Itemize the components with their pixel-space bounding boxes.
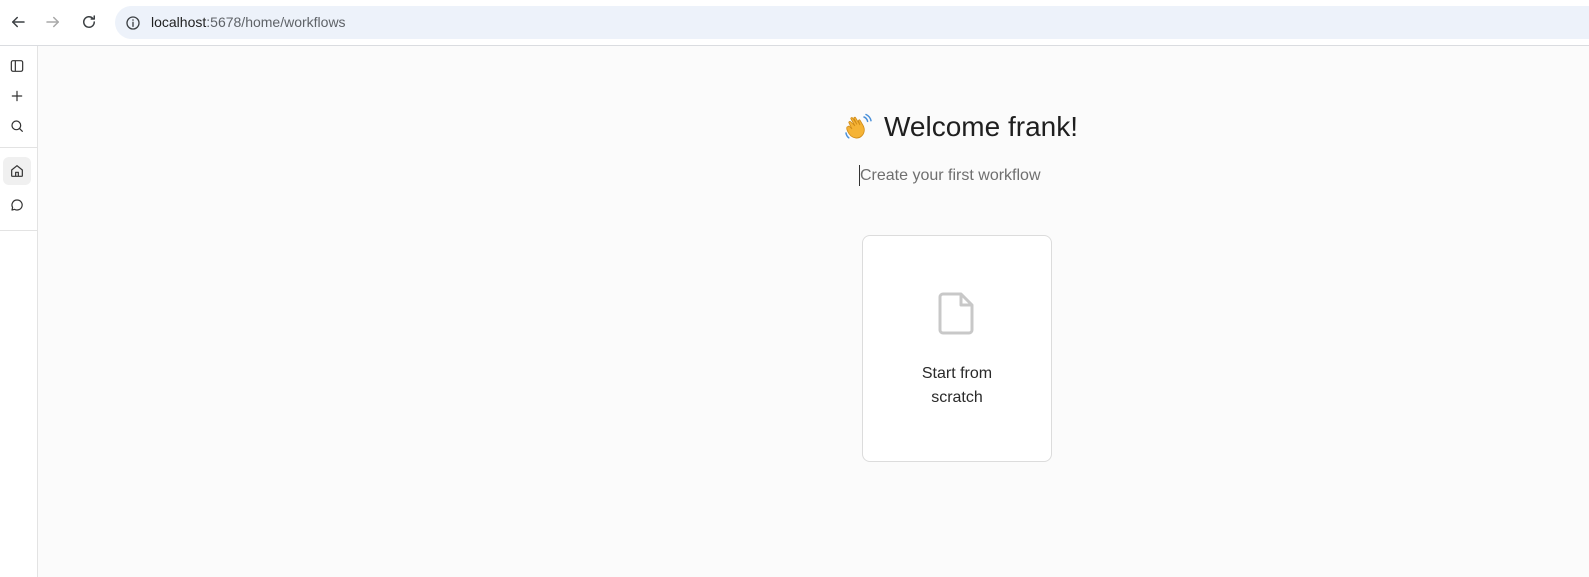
welcome-heading: Welcome frank! <box>842 110 1078 144</box>
plus-icon <box>11 90 23 102</box>
sidebar-item-chat[interactable] <box>3 191 31 219</box>
card-label-line2: scratch <box>931 389 983 406</box>
subtitle: Create your first workflow <box>860 167 1041 184</box>
site-info-icon[interactable] <box>122 12 143 33</box>
reload-button[interactable] <box>74 7 104 37</box>
sidebar-item-home[interactable] <box>3 157 31 185</box>
start-from-scratch-card[interactable]: Start from scratch <box>862 235 1052 462</box>
card-label: Start from scratch <box>863 362 1051 410</box>
chat-bubble-icon <box>11 199 23 211</box>
url-path: :5678/home/workflows <box>206 14 346 30</box>
arrow-left-icon <box>12 16 25 28</box>
waving-hand-icon <box>845 113 872 139</box>
browser-toolbar: localhost:5678/home/workflows <box>0 0 1589 46</box>
search-button[interactable] <box>3 112 31 140</box>
card-label-line1: Start from <box>921 365 993 382</box>
home-icon <box>11 165 23 177</box>
app-sidebar <box>0 46 38 577</box>
url-host: localhost <box>151 14 207 30</box>
forward-button[interactable] <box>38 7 68 37</box>
main-content: Welcome frank! Create your first workflo… <box>38 46 1589 577</box>
back-button[interactable] <box>3 7 33 37</box>
toggle-sidebar-button[interactable] <box>3 52 31 80</box>
arrow-right-icon <box>46 16 59 28</box>
sidebar-divider <box>0 147 37 148</box>
add-button[interactable] <box>3 82 31 110</box>
panel-left-icon <box>10 60 24 72</box>
welcome-title: Welcome frank! <box>884 111 1078 142</box>
search-icon <box>11 120 23 132</box>
reload-icon <box>83 15 95 28</box>
address-bar[interactable]: localhost:5678/home/workflows <box>115 6 1589 39</box>
url-text[interactable]: localhost:5678/home/workflows <box>151 14 346 31</box>
sidebar-divider <box>0 230 37 231</box>
file-icon <box>938 292 974 335</box>
